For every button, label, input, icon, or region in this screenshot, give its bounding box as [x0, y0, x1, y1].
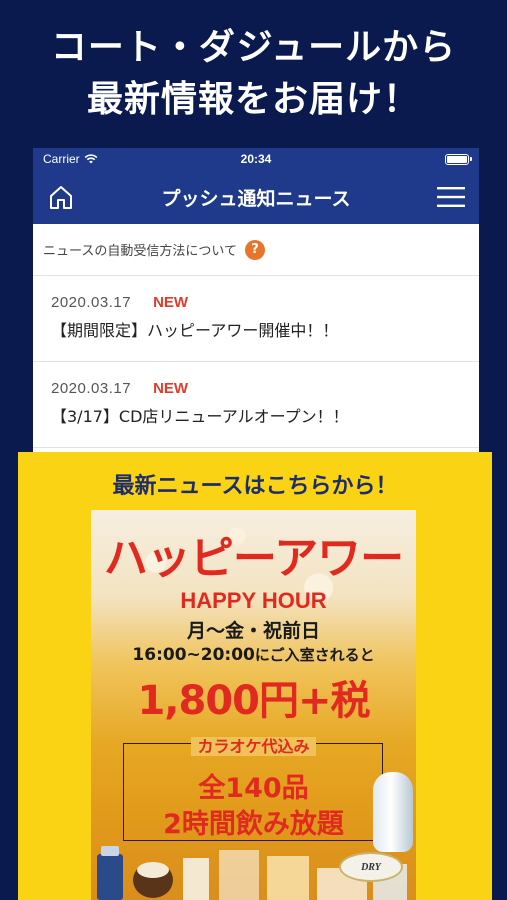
hamburger-menu-icon [437, 187, 465, 207]
poster-karaoke-text: カラオケ代込み [191, 737, 316, 756]
news-new-badge: NEW [153, 294, 189, 311]
poster-karaoke-note: カラオケ代込み [91, 733, 416, 757]
poster-all-you-can-drink: 2時間飲み放題 [163, 809, 344, 840]
menu-button[interactable] [435, 181, 467, 213]
news-item[interactable]: 2020.03.17 NEW 【期間限定】ハッピーアワー開催中！！ [33, 276, 479, 362]
phone-screen: Carrier 20:34 プッシュ通知ニュース ニュースの自動受信方法について… [33, 148, 479, 478]
poster-time: 16:00~20:00にご入室されると [91, 644, 416, 665]
poster-item-count: 全140品 [198, 773, 309, 804]
status-time: 20:34 [240, 152, 272, 166]
poster-subtitle: HAPPY HOUR [180, 588, 327, 613]
headline: コート・ダジュールから 最新情報をお届け！ [0, 22, 507, 126]
auto-receive-help-link[interactable]: ニュースの自動受信方法について ? [33, 224, 479, 276]
nav-bar: プッシュ通知ニュース [33, 170, 479, 224]
news-date: 2020.03.17 [51, 380, 132, 397]
headline-line-2: 最新情報をお届け！ [86, 79, 420, 120]
help-icon[interactable]: ? [244, 239, 265, 260]
poster-time-suffix: にご入室されると [254, 646, 375, 664]
poster-price: 1,800円+税 [137, 678, 370, 724]
promo-panel: 最新ニュースはこちらから！ ハッピーアワー HAPPY HOUR 月～金・祝前日… [18, 452, 492, 900]
home-button[interactable] [45, 181, 77, 213]
status-bar: Carrier 20:34 [33, 148, 479, 170]
news-date: 2020.03.17 [51, 294, 132, 311]
nav-title: プッシュ通知ニュース [161, 187, 351, 210]
news-title: 【3/17】CD店リニューアルオープン！！ [51, 407, 349, 426]
poster-time-range: 16:00~20:00 [132, 645, 255, 665]
promo-caption: 最新ニュースはこちらから！ [112, 474, 398, 499]
happy-hour-poster[interactable]: ハッピーアワー HAPPY HOUR 月～金・祝前日 16:00~20:00にご… [91, 510, 416, 900]
dry-brand-label: DRY [339, 852, 403, 882]
info-row-label: ニュースの自動受信方法について [43, 244, 237, 259]
home-icon [50, 186, 72, 209]
headline-line-1: コート・ダジュールから [50, 27, 457, 68]
battery-icon [445, 153, 472, 165]
news-item[interactable]: 2020.03.17 NEW 【3/17】CD店リニューアルオープン！！ [33, 362, 479, 448]
poster-days: 月～金・祝前日 [186, 620, 320, 642]
news-title: 【期間限定】ハッピーアワー開催中！！ [51, 321, 339, 340]
news-new-badge: NEW [153, 380, 189, 397]
poster-title: ハッピーアワー [103, 533, 404, 584]
